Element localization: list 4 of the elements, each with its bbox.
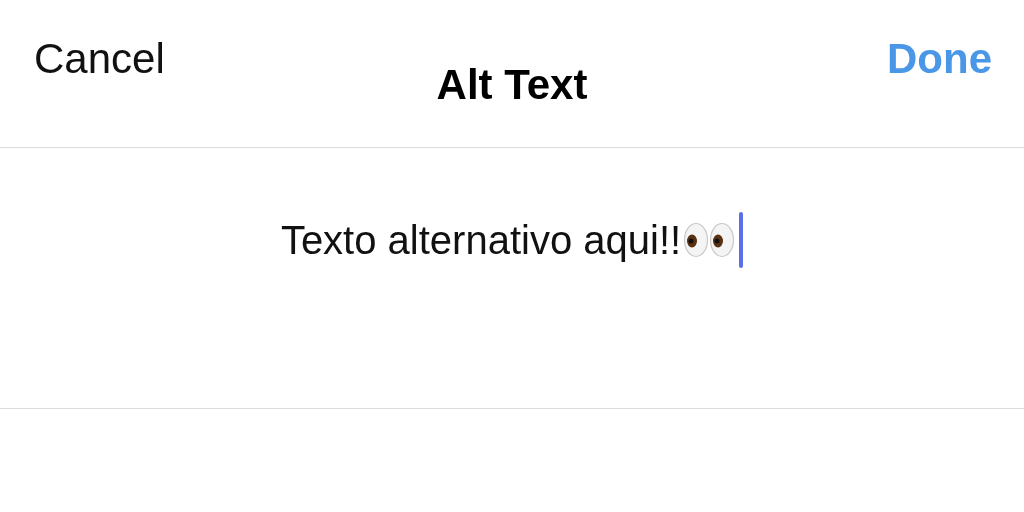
alt-text-field[interactable]: Texto alternativo aqui!! [280, 211, 744, 269]
cancel-button[interactable]: Cancel [34, 34, 165, 83]
eyes-icon [683, 222, 736, 258]
screen-title: Alt Text [435, 64, 589, 106]
